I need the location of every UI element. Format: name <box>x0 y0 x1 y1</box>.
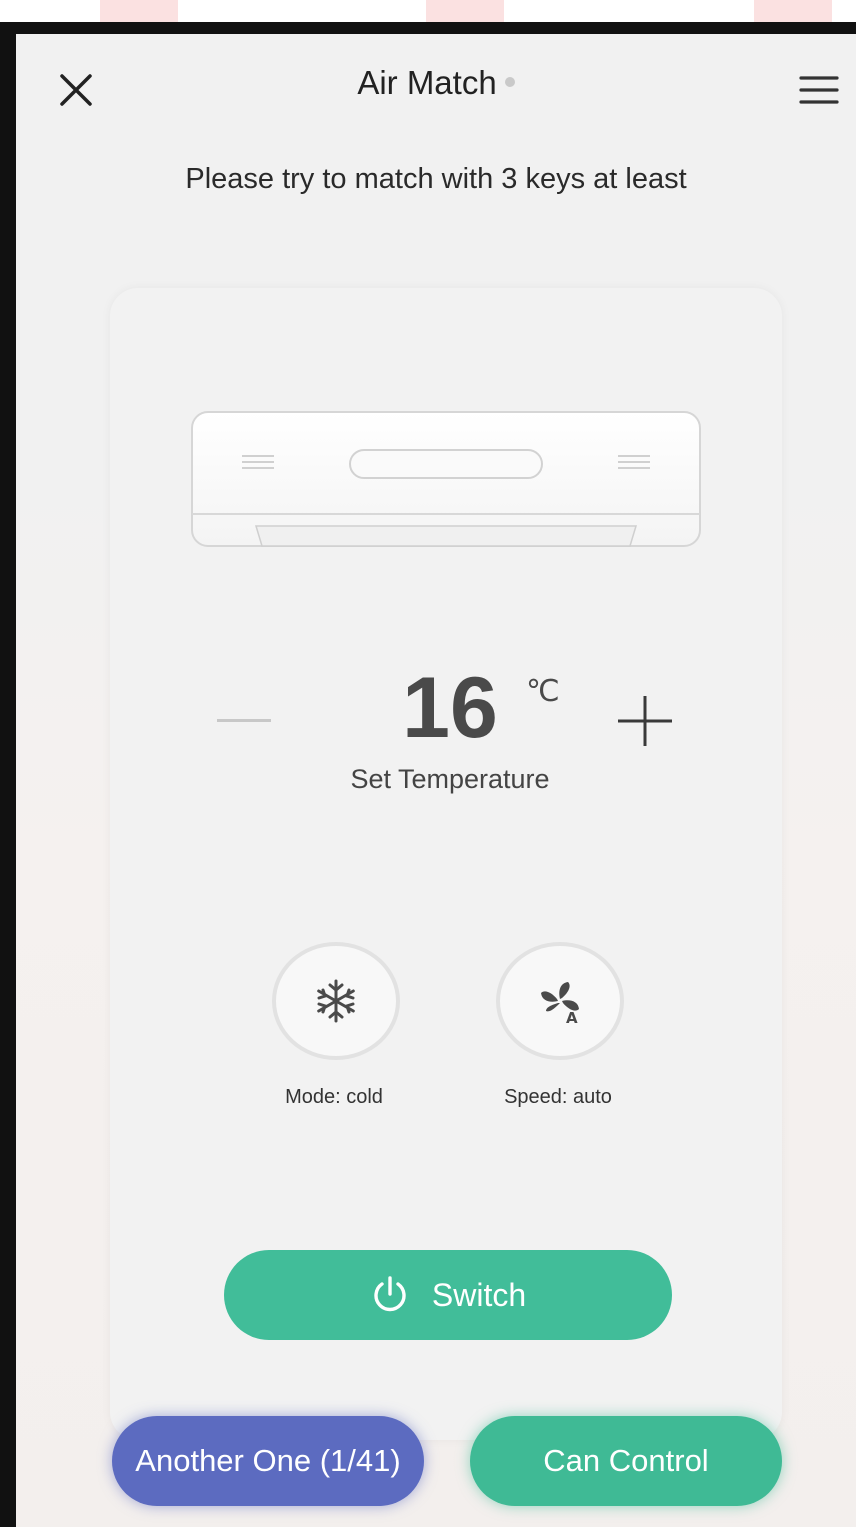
power-icon <box>374 1276 406 1312</box>
switch-label: Switch <box>431 1276 527 1313</box>
speed-label: Speed: auto <box>504 1086 612 1108</box>
decorative-block <box>754 0 832 24</box>
temperature-up-button[interactable] <box>610 686 680 756</box>
hamburger-menu-icon <box>799 76 839 104</box>
match-instruction: Please try to match with 3 keys at least <box>185 163 687 195</box>
snowflake-icon <box>317 979 355 1023</box>
phone-frame: Air Match Please try to match with 3 key… <box>0 22 856 1527</box>
fan-auto-icon: A <box>541 982 579 1025</box>
plus-icon <box>618 696 672 746</box>
temperature-unit: ℃ <box>526 675 560 708</box>
power-switch-button[interactable]: Switch <box>224 1250 672 1340</box>
can-control-button[interactable]: Can Control <box>470 1416 782 1506</box>
temperature-down-button[interactable] <box>208 698 280 742</box>
minus-icon <box>217 718 271 722</box>
svg-text:A: A <box>566 1009 578 1025</box>
status-dot <box>504 77 515 88</box>
can-control-label: Can Control <box>543 1443 709 1478</box>
top-strip <box>0 0 856 24</box>
decorative-block <box>426 0 504 24</box>
decorative-block <box>100 0 178 24</box>
another-one-label: Another One (1/41) <box>135 1443 401 1478</box>
menu-button[interactable] <box>794 68 844 112</box>
temperature-label: Set Temperature <box>350 764 550 794</box>
temperature-value: 16 <box>402 660 498 756</box>
another-one-button[interactable]: Another One (1/41) <box>112 1416 424 1506</box>
page-title: Air Match <box>16 64 856 102</box>
mode-button[interactable] <box>272 942 400 1060</box>
mode-label: Mode: cold <box>285 1086 383 1108</box>
page-title-text: Air Match <box>357 64 497 101</box>
fan-speed-button[interactable]: A <box>496 942 624 1060</box>
air-conditioner-illustration <box>191 411 701 547</box>
remote-card: 16 ℃ Set Temperature Mode: cold A Speed:… <box>110 288 782 1440</box>
screen: Air Match Please try to match with 3 key… <box>16 34 856 1527</box>
